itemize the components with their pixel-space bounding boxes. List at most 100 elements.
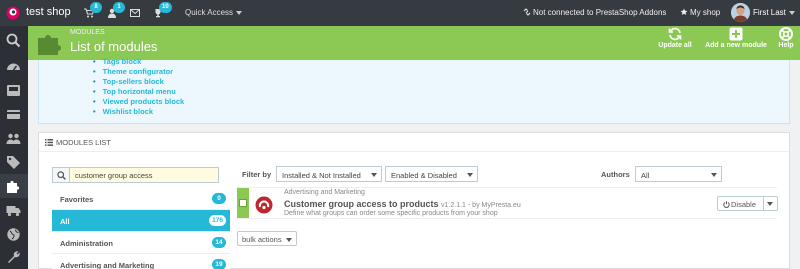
list-item[interactable]: Theme configurator (93, 67, 184, 77)
status-filter-value: Enabled & Disabled (391, 171, 457, 180)
add-module-button[interactable]: Add a new module (701, 27, 771, 49)
chevron-down-icon (285, 238, 292, 242)
category-item-advertising-marketing[interactable]: Advertising and Marketing 19 (52, 254, 230, 269)
category-item-administration[interactable]: Administration 14 (52, 232, 230, 254)
status-filter-select[interactable]: Enabled & Disabled (385, 166, 478, 182)
recommended-modules-panel: Tags block Theme configurator Top-seller… (38, 57, 790, 124)
bulk-actions-button[interactable]: bulk actions (237, 231, 297, 246)
power-icon (723, 201, 730, 208)
module-search[interactable] (52, 167, 219, 183)
category-item-all[interactable]: All 176 (52, 210, 230, 232)
sidebar-item-localization[interactable] (0, 222, 28, 246)
users-icon (6, 133, 21, 144)
page-title: List of modules (70, 39, 158, 54)
customers-count-badge: 1 (113, 2, 125, 13)
disable-button[interactable]: Disable (717, 196, 764, 211)
list-item[interactable]: Top-sellers block (93, 77, 184, 87)
search-icon (6, 33, 21, 48)
lifebuoy-icon (779, 27, 793, 41)
category-label: Advertising and Marketing (60, 261, 155, 269)
search-input[interactable] (71, 168, 218, 182)
sidebar-item-catalog[interactable] (0, 102, 28, 126)
authors-label: Authors (601, 170, 630, 179)
refresh-icon (668, 27, 682, 41)
module-actions-dropdown[interactable] (764, 196, 778, 211)
sidebar-item-orders[interactable] (0, 78, 28, 102)
chevron-down-icon (767, 202, 773, 206)
sidebar (0, 26, 28, 269)
star-icon (680, 8, 688, 15)
category-list: Favorites 0 All 176 Administration 14 Ad… (52, 188, 230, 269)
credit-card-icon (7, 110, 20, 119)
prestashop-logo-icon[interactable] (6, 6, 20, 20)
authors-filter-value: All (641, 171, 650, 180)
sidebar-item-price-rules[interactable] (0, 150, 28, 174)
table-row: Advertising and Marketing Customer group… (237, 187, 778, 219)
my-shop-link[interactable]: My shop (680, 8, 720, 17)
category-item-favorites[interactable]: Favorites 0 (52, 188, 230, 210)
list-item[interactable]: Tags block (93, 57, 184, 67)
filter-label: Filter by (242, 170, 272, 179)
sidebar-item-preferences[interactable] (0, 244, 28, 268)
category-label: Administration (60, 239, 113, 248)
messages-icon[interactable] (130, 8, 140, 18)
sidebar-item-customers[interactable] (0, 126, 28, 150)
user-menu[interactable]: First Last (753, 8, 795, 17)
installed-status-stripe (237, 188, 249, 218)
help-button[interactable]: Help (774, 27, 798, 49)
truck-icon (6, 206, 21, 217)
chevron-down-icon (236, 10, 243, 15)
orders-count-badge: 8 (90, 2, 102, 13)
panel-heading: Modules list (39, 133, 789, 152)
my-shop-label: My shop (690, 8, 721, 17)
bulk-actions-label: bulk actions (242, 235, 282, 244)
quick-access-label: Quick Access (185, 8, 234, 17)
puzzle-icon (38, 35, 61, 55)
category-label: Favorites (60, 195, 94, 204)
module-logo (255, 196, 273, 214)
notifications-count-badge: 10 (159, 2, 172, 13)
sidebar-item-dashboard[interactable] (0, 54, 28, 78)
unlink-icon (523, 8, 531, 16)
chevron-down-icon (467, 173, 473, 177)
disable-label: Disable (731, 200, 757, 209)
list-item[interactable]: Wishlist block (93, 107, 184, 117)
category-count-badge: 14 (212, 237, 226, 248)
add-module-label: Add a new module (705, 42, 767, 49)
inbox-icon (7, 85, 20, 96)
avatar[interactable] (731, 3, 750, 22)
module-title: Customer group access to products v1.2.1… (284, 199, 521, 209)
module-version: v1.2.1.1 - by MyPresta.eu (441, 202, 521, 209)
authors-filter-select[interactable]: All (635, 166, 722, 182)
sidebar-search[interactable] (0, 28, 28, 52)
module-description: Define what groups can order some specif… (284, 210, 498, 217)
shop-name-link[interactable]: test shop (26, 6, 71, 18)
chevron-down-icon (788, 10, 795, 15)
update-all-label: Update all (658, 42, 692, 49)
sidebar-item-modules[interactable] (0, 174, 28, 198)
update-all-button[interactable]: Update all (655, 27, 695, 49)
top-bar: test shop 8 1 10 Quick Access Not connec… (0, 0, 800, 26)
list-item[interactable]: Top horizontal menu (93, 87, 184, 97)
module-category: Advertising and Marketing (284, 189, 365, 196)
addons-connection-link[interactable]: Not connected to PrestaShop Addons (523, 8, 666, 17)
addons-status-label: Not connected to PrestaShop Addons (533, 8, 667, 17)
breadcrumb[interactable]: Modules (70, 29, 105, 36)
user-name-label: First Last (753, 8, 786, 17)
puzzle-icon (7, 180, 20, 193)
list-icon (45, 139, 53, 146)
module-name-label: Customer group access to products (284, 199, 439, 209)
module-checkbox[interactable] (239, 199, 247, 207)
chevron-down-icon (711, 173, 717, 177)
globe-icon (7, 228, 20, 241)
help-label: Help (778, 42, 794, 49)
list-item[interactable]: Viewed products block (93, 97, 185, 107)
page-header: Modules List of modules Update all Add a… (28, 26, 800, 60)
tags-icon (7, 156, 20, 169)
sidebar-item-shipping[interactable] (0, 198, 28, 222)
install-filter-select[interactable]: Installed & Not Installed (276, 166, 382, 182)
recommended-list: Tags block Theme configurator Top-seller… (93, 57, 185, 117)
quick-access-dropdown[interactable]: Quick Access (185, 8, 243, 17)
chevron-down-icon (371, 173, 377, 177)
wrench-icon (8, 251, 20, 263)
